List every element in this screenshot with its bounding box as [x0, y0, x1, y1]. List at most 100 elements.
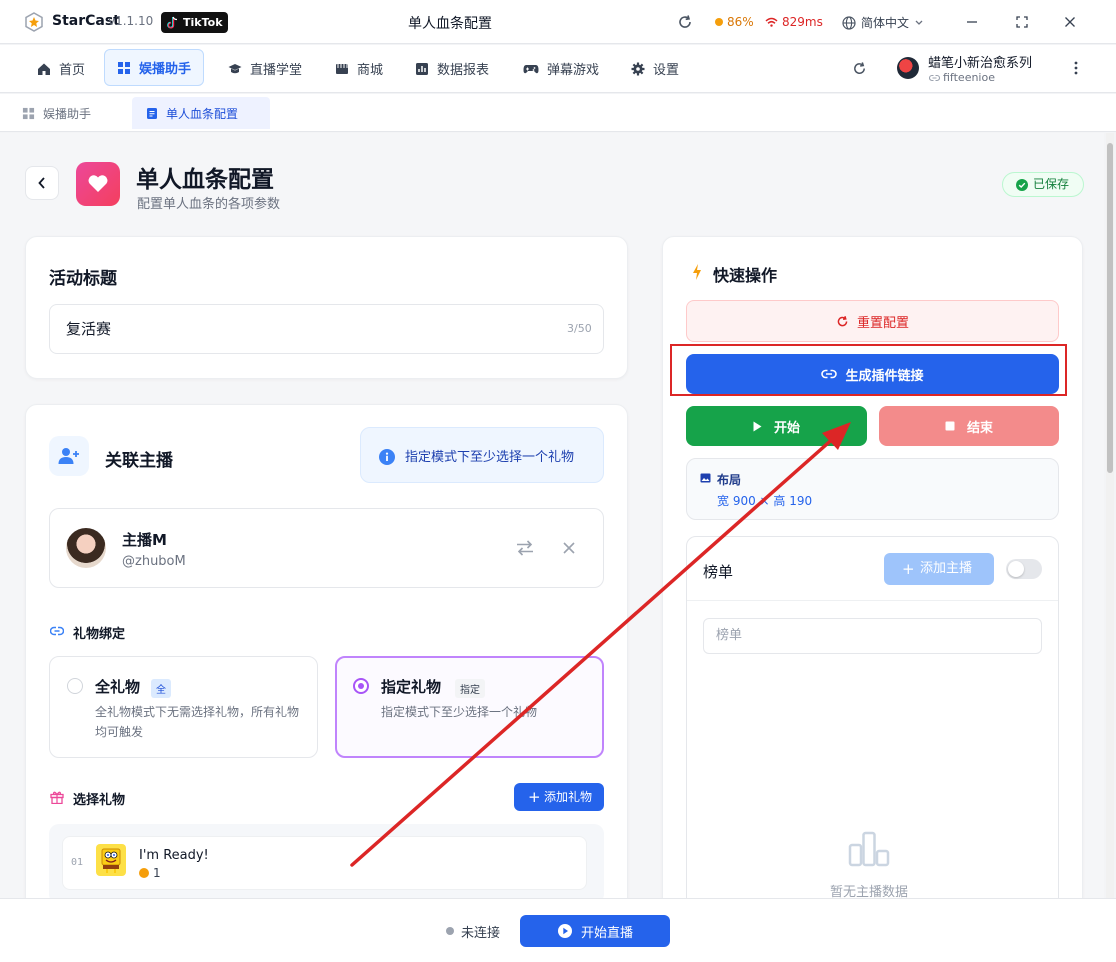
- maximize-icon[interactable]: [1012, 12, 1032, 32]
- nav-entertainment-assistant[interactable]: 娱播助手: [104, 49, 205, 86]
- gift-binding-label: 礼物绑定: [73, 627, 126, 642]
- user-name: 蜡笔小新治愈系列: [928, 56, 1033, 71]
- chart-icon: [416, 62, 428, 75]
- ranking-toggle[interactable]: [1006, 559, 1042, 579]
- radio-specified-gifts[interactable]: [353, 678, 369, 694]
- start-button[interactable]: 开始: [686, 406, 867, 446]
- nav-live-school[interactable]: 直播学堂: [216, 50, 314, 87]
- anchor-avatar: [66, 528, 106, 568]
- network-ping: 829ms: [765, 15, 823, 29]
- tab-entertainment-label: 娱播助手: [43, 106, 92, 121]
- ranking-header: [687, 537, 1058, 601]
- language-value: 简体中文: [861, 16, 910, 30]
- gift-price: 1: [139, 866, 161, 880]
- chevron-down-icon: [915, 20, 923, 25]
- close-icon[interactable]: [562, 541, 576, 555]
- nav-danmaku-label: 弹幕游戏: [547, 63, 600, 78]
- back-button[interactable]: [25, 166, 59, 200]
- user-add-badge: [49, 436, 89, 476]
- user-id-value: fifteenioe: [943, 71, 995, 84]
- reset-icon: [837, 315, 848, 326]
- add-gift-button[interactable]: + 添加礼物: [514, 783, 604, 811]
- ping-value: 829ms: [782, 15, 823, 29]
- page-subtitle: 配置单人血条的各项参数: [137, 197, 281, 212]
- user-id: fifteenioe: [929, 71, 995, 84]
- refresh-icon[interactable]: [852, 61, 867, 76]
- grid-icon: [118, 61, 130, 74]
- reset-config-button[interactable]: 重置配置: [686, 300, 1059, 342]
- home-icon: [38, 63, 50, 75]
- cpu-value: 86%: [727, 15, 754, 29]
- activity-title-label: 活动标题: [49, 269, 117, 289]
- user-avatar[interactable]: [897, 57, 919, 79]
- stop-label: 结束: [966, 420, 993, 436]
- close-window-icon[interactable]: [1060, 12, 1080, 32]
- lightning-icon: [693, 264, 701, 280]
- add-anchor-label: 添加主播: [920, 561, 973, 576]
- start-live-button[interactable]: 开始直播: [520, 915, 670, 947]
- gift-icon: [50, 791, 64, 804]
- saved-badge: 已保存: [1002, 172, 1084, 197]
- user-plus-icon: [58, 448, 79, 464]
- nav-settings-label: 设置: [653, 63, 680, 78]
- stop-button[interactable]: 结束: [879, 406, 1059, 446]
- scrollbar-thumb[interactable]: [1107, 143, 1113, 473]
- globe-icon: [842, 15, 856, 30]
- check-circle-icon: [1016, 179, 1028, 191]
- bar-chart-icon: [848, 831, 890, 867]
- sponge-character-icon: [101, 848, 121, 873]
- coin-icon: [139, 868, 149, 878]
- option-specified-tag: 指定: [455, 679, 485, 698]
- swap-icon[interactable]: [515, 539, 535, 557]
- info-icon: [379, 449, 395, 465]
- page-title: 单人血条配置: [136, 167, 274, 193]
- layout-info-box: [686, 458, 1059, 520]
- refresh-icon[interactable]: [677, 14, 693, 30]
- option-specified-title: 指定礼物: [381, 678, 442, 696]
- nav-store[interactable]: 商城: [323, 50, 395, 87]
- ranking-title: 榜单: [703, 563, 734, 581]
- graduation-cap-icon: [228, 63, 242, 73]
- image-icon: [700, 473, 711, 483]
- language-select[interactable]: 简体中文: [842, 14, 924, 31]
- tab-entertainment-assistant[interactable]: 娱播助手: [8, 94, 105, 132]
- link-icon: [50, 626, 64, 636]
- nav-home[interactable]: 首页: [25, 50, 97, 87]
- heart-badge: [76, 162, 120, 206]
- reset-config-label: 重置配置: [856, 315, 909, 331]
- nav-home-label: 首页: [59, 63, 86, 78]
- saved-text: 已保存: [1033, 177, 1070, 191]
- quick-actions-title: 快速操作: [713, 266, 778, 285]
- minimize-icon[interactable]: [962, 12, 982, 32]
- option-specified-desc: 指定模式下至少选择一个礼物: [381, 705, 538, 719]
- tab-single-health-bar[interactable]: 单人血条配置: [132, 97, 270, 129]
- gift-image: [96, 844, 126, 876]
- add-gift-label: 添加礼物: [544, 790, 593, 804]
- gear-icon: [631, 62, 645, 75]
- nav-data-report[interactable]: 数据报表: [403, 50, 501, 87]
- cpu-dot-icon: [715, 18, 723, 26]
- anchor-name: 主播M: [122, 531, 167, 549]
- start-label: 开始: [773, 420, 800, 436]
- tab-single-health-bar-label: 单人血条配置: [166, 106, 239, 121]
- anchor-handle: @zhuboM: [122, 554, 186, 569]
- nav-danmaku-games[interactable]: 弹幕游戏: [511, 50, 611, 87]
- layout-size: 宽 900 × 高 190: [717, 494, 813, 508]
- gift-price-value: 1: [153, 866, 161, 880]
- ranking-input[interactable]: 榜单: [703, 618, 1042, 654]
- start-live-label: 开始直播: [580, 925, 633, 941]
- play-circle-icon: [557, 924, 572, 938]
- plus-icon: +: [902, 560, 915, 578]
- activity-title-input[interactable]: 复活赛: [49, 304, 604, 354]
- highlight-box: [670, 344, 1067, 396]
- heart-icon: [88, 175, 108, 192]
- radio-all-gifts[interactable]: [67, 678, 83, 694]
- store-icon: [336, 63, 348, 74]
- plus-icon: +: [528, 788, 541, 806]
- add-anchor-button[interactable]: + 添加主播: [884, 553, 994, 585]
- option-all-desc: 全礼物模式下无需选择礼物，所有礼物均可触发: [95, 705, 300, 739]
- link-icon: [929, 74, 940, 81]
- more-vertical-icon[interactable]: [1069, 59, 1083, 77]
- stop-icon: [945, 421, 955, 431]
- nav-settings[interactable]: 设置: [619, 50, 691, 87]
